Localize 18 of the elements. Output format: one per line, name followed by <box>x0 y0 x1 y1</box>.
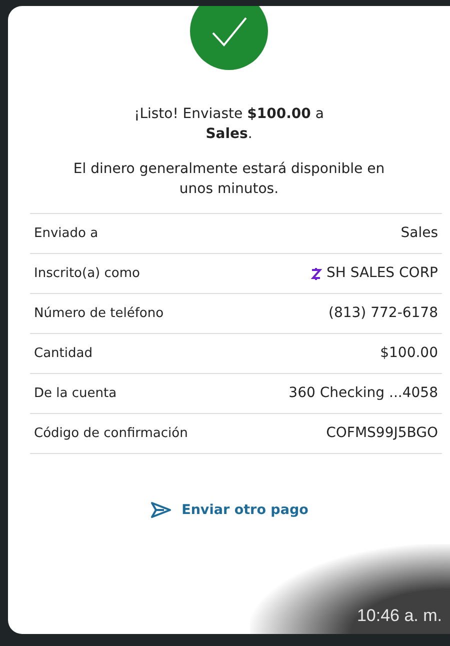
detail-value: Sales <box>400 224 438 244</box>
detail-label: Número de teléfono <box>34 304 164 323</box>
detail-value: (813) 772-6178 <box>328 304 438 324</box>
send-another-payment-link[interactable]: Enviar otro pago <box>146 498 312 522</box>
detail-value: 360 Checking ...4058 <box>288 384 438 404</box>
detail-label: Cantidad <box>34 344 92 363</box>
success-headline: ¡Listo! Enviaste $100.00 a Sales. <box>133 105 325 144</box>
detail-label: Inscrito(a) como <box>34 264 140 283</box>
zelle-icon <box>310 266 322 281</box>
detail-value: COFMS99J5BGO <box>326 424 438 444</box>
send-icon <box>150 501 172 520</box>
detail-label: Enviado a <box>34 224 98 243</box>
availability-message: El dinero generalmente estará disponible en unos minutos. <box>72 160 386 199</box>
detail-value: SH SALES CORP <box>326 264 438 284</box>
message-timestamp: 10:46 a. m. <box>356 604 442 626</box>
detail-value: $100.00 <box>380 344 438 364</box>
detail-label: De la cuenta <box>34 384 117 403</box>
detail-label: Código de confirmación <box>34 424 188 443</box>
